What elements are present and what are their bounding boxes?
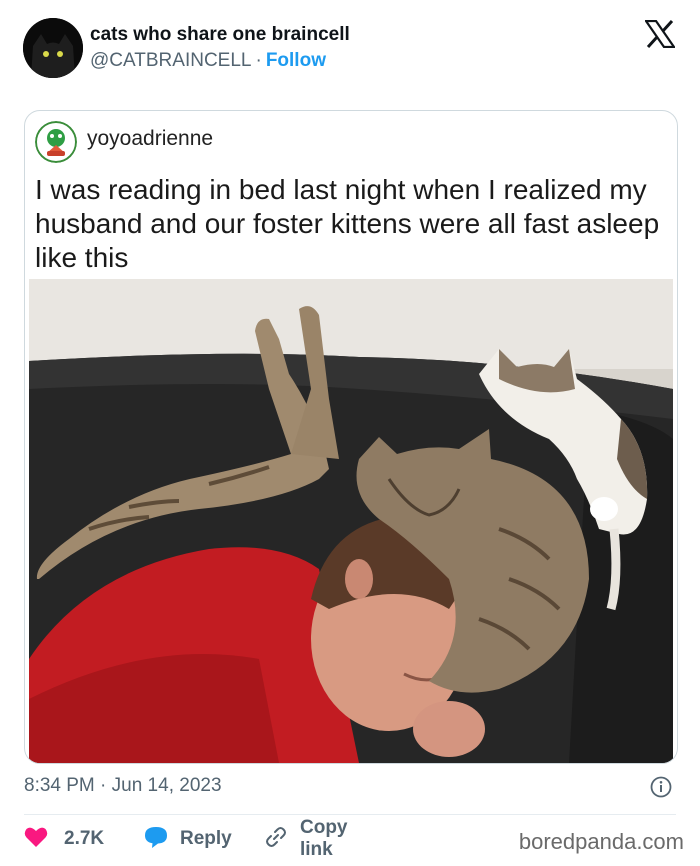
handle-row: @CATBRAINCELL · Follow: [90, 50, 326, 72]
like-count: 2.7K: [64, 828, 105, 849]
quoted-text: I was reading in bed last night when I r…: [35, 174, 660, 273]
post-photo[interactable]: [29, 279, 673, 763]
quoted-username[interactable]: yoyoadrienne: [87, 127, 213, 151]
quoted-post[interactable]: yoyoadrienne I was reading in bed last n…: [24, 110, 678, 764]
info-icon[interactable]: [650, 776, 672, 798]
follow-button[interactable]: Follow: [266, 50, 326, 71]
x-logo-icon[interactable]: [643, 19, 677, 49]
copy-link-button[interactable]: Copy link: [264, 817, 348, 860]
reply-button[interactable]: Reply: [144, 826, 232, 852]
watermark: boredpanda.com: [518, 829, 684, 854]
like-button[interactable]: 2.7K: [24, 826, 104, 852]
separator-dot: ·: [255, 50, 262, 71]
divider: [24, 814, 676, 815]
speech-bubble-icon: [144, 826, 168, 853]
avatar[interactable]: [23, 18, 83, 78]
copy-link-label: Copy link: [300, 817, 348, 860]
link-icon: [264, 825, 288, 854]
reply-label: Reply: [180, 828, 232, 849]
author-handle[interactable]: @CATBRAINCELL: [90, 50, 251, 71]
tweet-card: cats who share one braincell @CATBRAINCE…: [0, 0, 700, 866]
quoted-avatar[interactable]: [35, 121, 77, 163]
post-timestamp[interactable]: 8:34 PM · Jun 14, 2023: [24, 775, 222, 797]
author-name[interactable]: cats who share one braincell: [90, 24, 350, 46]
heart-icon: [24, 826, 48, 853]
